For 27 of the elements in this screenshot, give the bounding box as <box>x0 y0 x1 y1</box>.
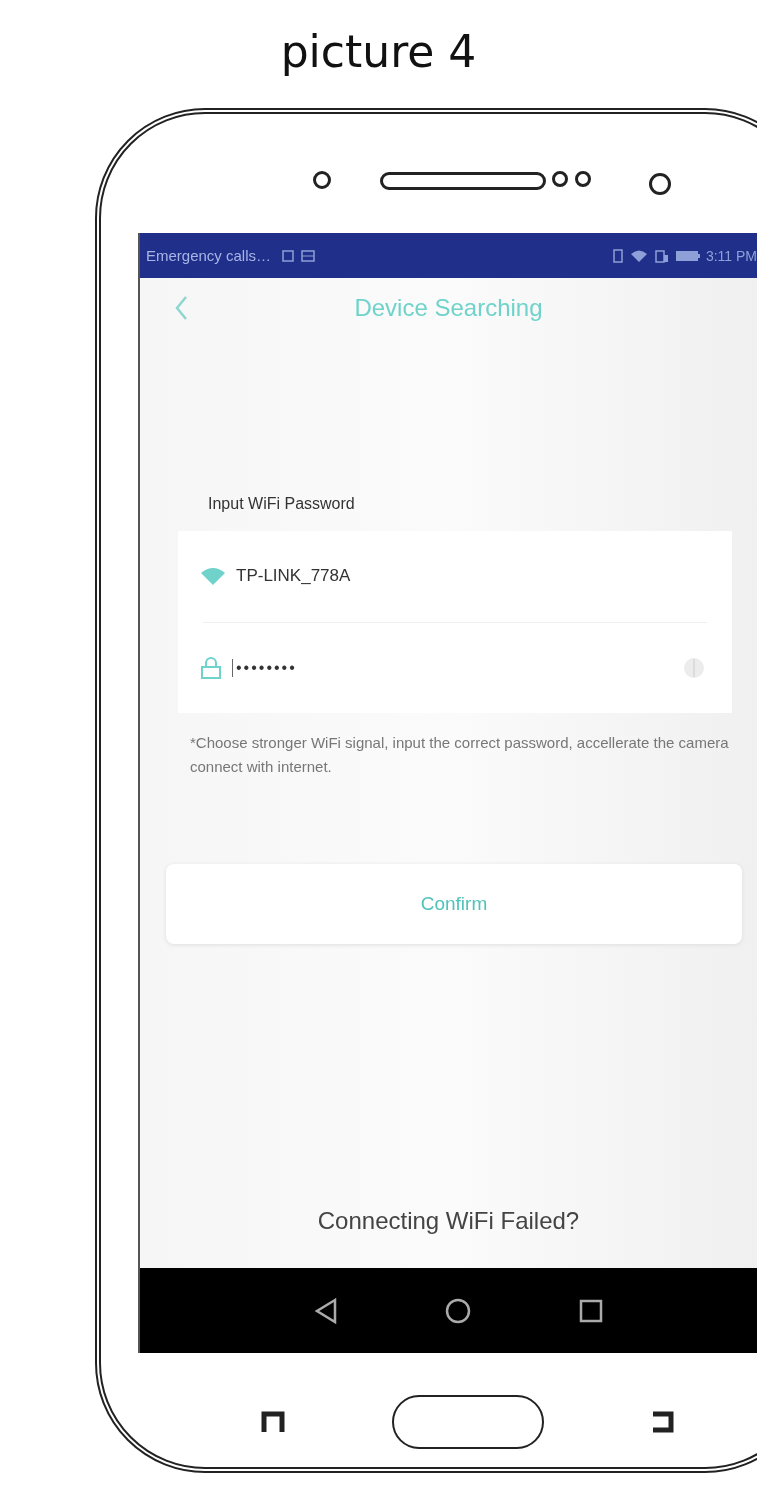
sensor-icon <box>575 171 591 187</box>
camera-icon <box>649 173 671 195</box>
speaker-icon <box>380 172 546 190</box>
bracket-icon <box>261 1411 285 1433</box>
sensor-icon <box>552 171 568 187</box>
status-text: Emergency calls… <box>146 247 272 264</box>
lock-icon <box>200 656 222 679</box>
battery-icon <box>675 249 700 262</box>
screen-title: Device Searching <box>354 294 543 322</box>
status-time: 3:11 PM <box>705 247 757 264</box>
notification-icon <box>301 248 316 263</box>
sensor-icon <box>313 171 331 189</box>
back-icon[interactable] <box>312 1296 339 1325</box>
bracket-icon <box>650 1411 674 1433</box>
chevron-left-icon <box>174 295 188 321</box>
password-field[interactable]: •••••••• <box>232 658 297 677</box>
recent-apps-icon[interactable] <box>578 1297 605 1324</box>
wifi-icon <box>629 248 648 263</box>
section-label: Input WiFi Password <box>208 495 356 513</box>
network-name: TP-LINK_778A <box>236 566 351 587</box>
home-icon[interactable] <box>444 1296 473 1325</box>
hint-text: *Choose stronger WiFi signal, input the correct password, accellerate the camera connect with internet. <box>190 733 730 777</box>
help-link[interactable]: Connecting WiFi Failed? <box>311 1206 586 1236</box>
caption: picture 4 <box>279 25 478 79</box>
notification-icon <box>281 248 296 263</box>
wifi-icon <box>200 566 226 587</box>
home-button[interactable] <box>391 1395 544 1449</box>
